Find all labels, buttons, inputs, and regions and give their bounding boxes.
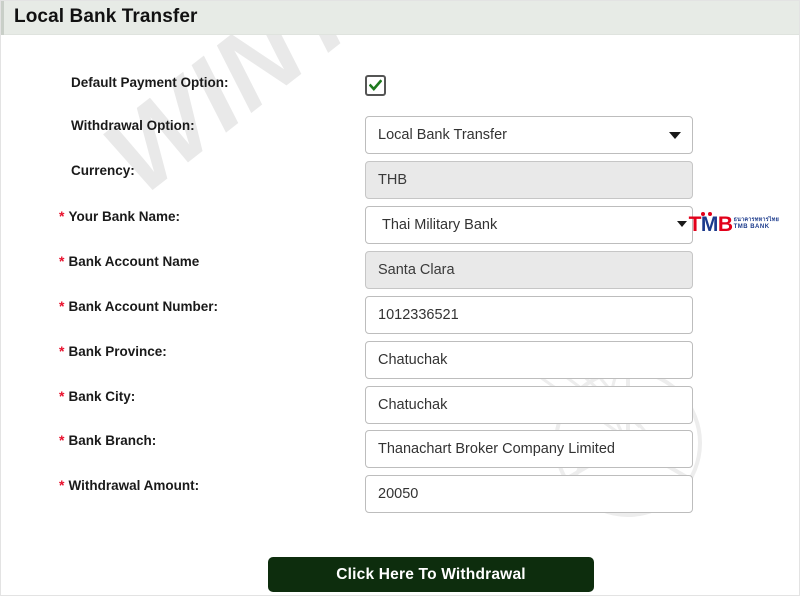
label-bank-account-name: * Bank Account Name (59, 251, 339, 272)
label-bank-province-text: Bank Province: (68, 344, 167, 359)
label-bank-branch-text: Bank Branch: (68, 433, 157, 448)
required-marker: * (59, 253, 65, 269)
label-bank-account-number-text: Bank Account Number: (68, 299, 218, 314)
label-bank-city-text: Bank City: (68, 389, 136, 404)
default-payment-option-checkbox[interactable] (365, 75, 386, 96)
bank-account-name-field: Santa Clara (365, 251, 693, 289)
form-row-default-payment-option: Default Payment Option: (1, 73, 799, 117)
tmb-dots-icon (700, 211, 715, 217)
header-accent-bar (1, 1, 4, 35)
tmb-letters: TMB (688, 211, 733, 236)
withdrawal-submit-button[interactable]: Click Here To Withdrawal (268, 557, 594, 592)
form-row-bank-branch: * Bank Branch: Thanachart Broker Company … (1, 430, 799, 474)
tmb-letter-t: T (688, 212, 702, 236)
label-bank-city: * Bank City: (59, 386, 339, 407)
label-withdrawal-amount: * Withdrawal Amount: (59, 475, 339, 496)
form-row-withdrawal-amount: * Withdrawal Amount: 20050 (1, 475, 799, 519)
page-title: Local Bank Transfer (14, 6, 198, 27)
tmb-bank-logo-icon: TMB ธนาคารทหารไทย TMB BANK (688, 211, 779, 236)
page-header: Local Bank Transfer (1, 1, 799, 35)
required-marker: * (59, 343, 65, 359)
label-bank-province: * Bank Province: (59, 341, 339, 362)
required-marker: * (59, 298, 65, 314)
label-bank-name-text: Your Bank Name: (68, 209, 180, 224)
chevron-down-icon-bank[interactable] (677, 221, 687, 227)
withdrawal-amount-input[interactable]: 20050 (365, 475, 693, 513)
form-row-currency: Currency: THB (1, 161, 799, 205)
tmb-english-text: TMB BANK (733, 224, 770, 231)
label-bank-account-number: * Bank Account Number: (59, 296, 339, 317)
form-row-bank-account-name: * Bank Account Name Santa Clara (1, 251, 799, 295)
bank-account-number-input[interactable]: 1012336521 (365, 296, 693, 334)
form-row-bank-name: * Your Bank Name: Thai Military Bank TMB … (1, 206, 799, 250)
required-marker: * (59, 477, 65, 493)
form-row-bank-account-number: * Bank Account Number: 1012336521 (1, 296, 799, 340)
form-row-withdrawal-option: Withdrawal Option: Local Bank Transfer (1, 116, 799, 160)
label-bank-account-name-text: Bank Account Name (68, 254, 200, 269)
tmb-subtext: ธนาคารทหารไทย TMB BANK (733, 216, 779, 231)
bank-city-input[interactable]: Chatuchak (365, 386, 693, 424)
withdrawal-option-select[interactable]: Local Bank Transfer (365, 116, 693, 154)
form-row-bank-province: * Bank Province: Chatuchak (1, 341, 799, 385)
tmb-thai-text: ธนาคารทหารไทย (733, 216, 779, 223)
label-bank-name: * Your Bank Name: (59, 206, 339, 227)
label-withdrawal-option: Withdrawal Option: (71, 118, 195, 133)
tmb-letter-b: B (717, 212, 733, 236)
check-icon (369, 79, 382, 91)
bank-province-input[interactable]: Chatuchak (365, 341, 693, 379)
label-bank-branch: * Bank Branch: (59, 430, 339, 451)
currency-field: THB (365, 161, 693, 199)
bank-branch-input[interactable]: Thanachart Broker Company Limited (365, 430, 693, 468)
label-currency: Currency: (71, 163, 135, 178)
form-row-bank-city: * Bank City: Chatuchak (1, 386, 799, 430)
label-withdrawal-amount-text: Withdrawal Amount: (68, 478, 200, 493)
chevron-down-icon[interactable] (669, 132, 681, 139)
bank-name-select[interactable]: Thai Military Bank (365, 206, 693, 244)
required-marker: * (59, 208, 65, 224)
withdrawal-page: WINTIPS Local Bank Transfer Default Paym… (0, 0, 800, 596)
label-default-payment-option: Default Payment Option: (71, 75, 229, 90)
required-marker: * (59, 432, 65, 448)
required-marker: * (59, 388, 65, 404)
